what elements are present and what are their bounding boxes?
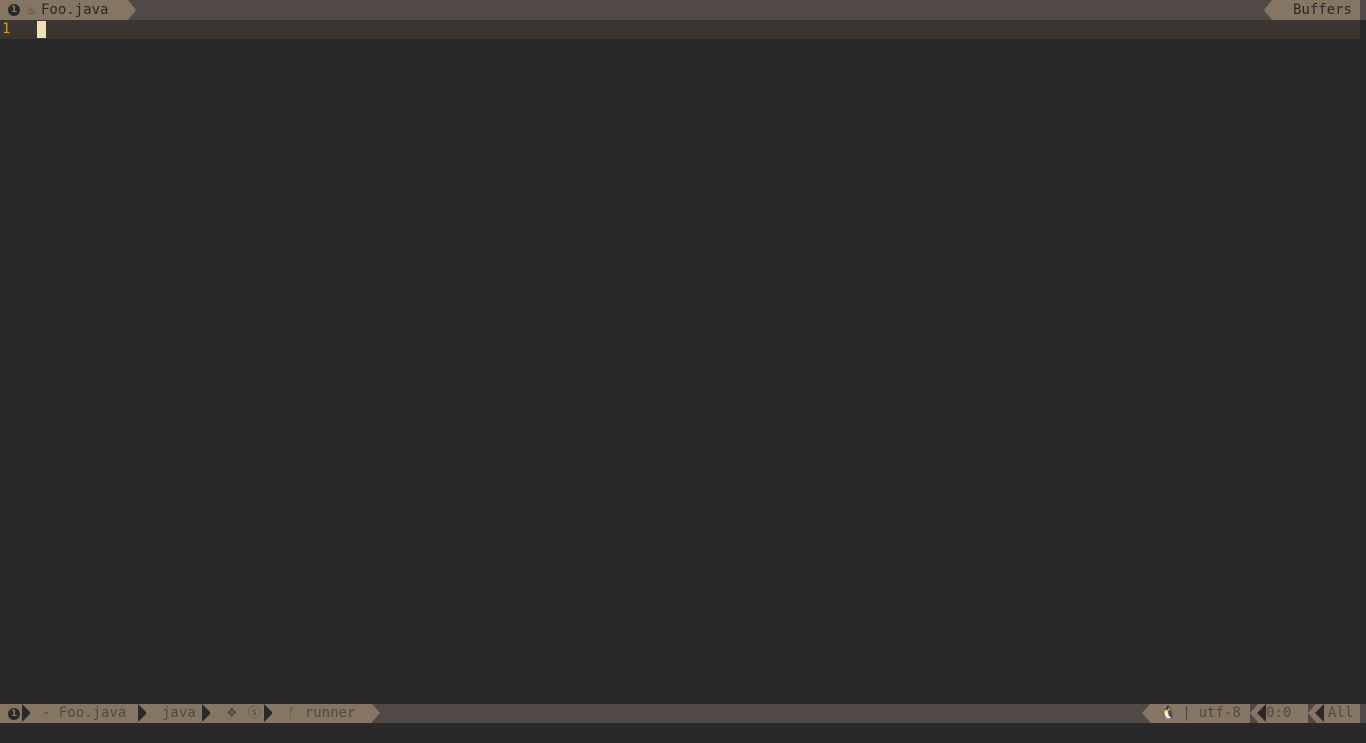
scroll-percent-segment: All — [1308, 704, 1360, 723]
segment-separator — [202, 704, 211, 722]
cursor-position-segment: 0:0 — [1250, 704, 1308, 723]
tabline: 1 ♨ Foo.java Buffers — [0, 0, 1366, 20]
os-separator: | — [1182, 705, 1191, 721]
git-branch-name: runner — [304, 705, 356, 721]
line-number: 1 — [2, 21, 11, 37]
cursor-line — [0, 20, 1360, 39]
file-segment: - Foo.java — [30, 704, 154, 723]
java-icon: ♨ — [26, 3, 36, 17]
segment-separator — [22, 704, 31, 722]
editor-area[interactable]: 1 — [0, 20, 1366, 704]
encoding-segment: 🐧 | utf-8 — [1142, 704, 1250, 723]
vim-window: 1 ♨ Foo.java Buffers 1 1 - Foo.java java… — [0, 0, 1366, 743]
filetype-label: java — [162, 705, 196, 721]
scroll-percent: All — [1328, 705, 1354, 721]
cursor-position: 0:0 — [1266, 705, 1292, 721]
segment-separator — [138, 704, 147, 722]
window-number-segment: 1 — [0, 704, 38, 723]
filetype-segment: java — [146, 704, 218, 723]
tab-index-badge: 1 — [8, 4, 20, 16]
file-encoding: utf-8 — [1198, 705, 1241, 721]
command-line[interactable] — [0, 723, 1366, 743]
buffers-indicator[interactable]: Buffers — [1264, 0, 1360, 20]
statusline-right: 🐧 | utf-8 0:0 All — [1142, 704, 1360, 723]
text-cursor — [37, 21, 46, 38]
tab-foo-java[interactable]: 1 ♨ Foo.java — [0, 0, 136, 20]
linux-icon: 🐧 — [1160, 706, 1177, 721]
segment-separator — [264, 704, 273, 722]
plugin-flags-icon: ❖ ⓢ — [226, 706, 264, 721]
tab-label: Foo.java — [41, 2, 109, 18]
segment-separator — [1257, 704, 1266, 722]
flags-segment: ❖ ⓢ — [210, 704, 280, 723]
git-branch-segment: ᚴ runner — [272, 704, 380, 723]
git-branch-icon: ᚴ — [288, 706, 299, 721]
segment-separator — [1315, 704, 1324, 722]
file-name: - Foo.java — [42, 705, 127, 721]
window-number-badge: 1 — [8, 707, 20, 720]
